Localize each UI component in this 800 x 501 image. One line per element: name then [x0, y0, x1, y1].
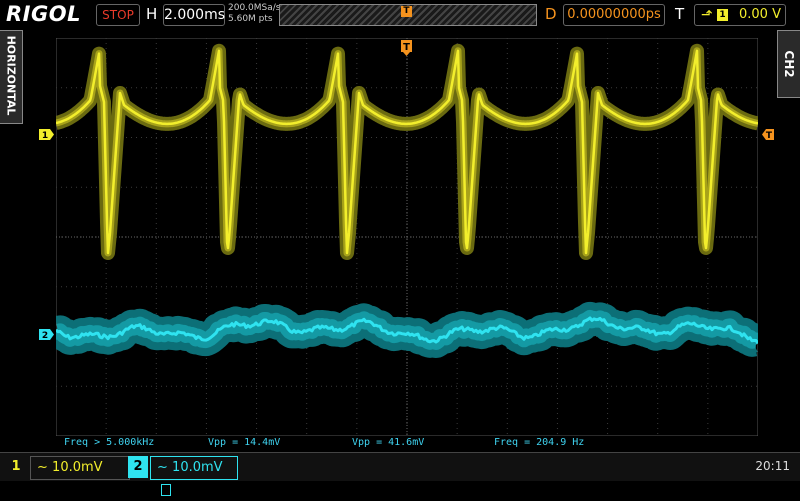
clock: 20:11 [755, 459, 790, 473]
trigger-position-top-marker[interactable]: T [401, 40, 412, 56]
svg-text:T: T [403, 42, 410, 53]
ch1-coupling-icon: ~ [37, 460, 48, 475]
ch2-offset-marker[interactable]: 2 [39, 329, 54, 341]
measurement-2: Vpp = 14.4mV [208, 437, 281, 448]
memory-position-strip: T [279, 4, 537, 26]
trigger-label: T [675, 5, 685, 23]
measurement-4: Freq = 204.9 Hz [494, 437, 585, 448]
horizontal-label: H [146, 5, 158, 23]
ch1-scale: 10.0mV [52, 460, 103, 475]
delay-value[interactable]: 0.00000000ps [563, 4, 665, 26]
ch1-offset-marker[interactable]: 1 [39, 129, 54, 141]
trigger-level-marker[interactable]: T [762, 129, 774, 141]
acquisition-info: 200.0MSa/s 5.60M pts [228, 3, 280, 25]
timebase-value[interactable]: 2.000ms [163, 4, 225, 26]
svg-text:2: 2 [42, 331, 48, 341]
ch2-number[interactable]: 2 [128, 456, 148, 478]
channel-status-bar: 1 ~ 10.0mV 2 ~ 10.0mV 20:11 [0, 452, 800, 496]
ch2-coupling-icon: ~ [157, 460, 168, 475]
rising-edge-icon: ⬏ [701, 7, 713, 23]
top-status-bar: RIGOL STOP H 2.000ms 200.0MSa/s 5.60M pt… [0, 0, 800, 30]
svg-text:1: 1 [42, 131, 48, 141]
brand-logo: RIGOL [6, 2, 81, 26]
screen-markers: T 1 2 T [39, 40, 774, 341]
delay-label: D [545, 5, 557, 23]
ch2-scale: 10.0mV [172, 460, 223, 475]
svg-text:T: T [766, 131, 773, 141]
measurement-3: Vpp = 41.6mV [352, 437, 425, 448]
run-stop-indicator[interactable]: STOP [96, 4, 140, 26]
ch2-settings[interactable]: ~ 10.0mV [150, 456, 238, 496]
ch1-number[interactable]: 1 [6, 456, 26, 478]
ch1-settings[interactable]: ~ 10.0mV [30, 456, 130, 480]
bandwidth-limit-icon [161, 483, 171, 496]
trigger-level: 0.00 V [739, 7, 781, 22]
measurement-1: Freq > 5.000kHz [64, 437, 155, 448]
trigger-position-marker: T [401, 6, 412, 17]
memory-depth: 5.60M pts [228, 14, 273, 24]
trigger-source: 1 [717, 9, 728, 21]
trigger-settings[interactable]: ⬏ 1 0.00 V [694, 4, 786, 26]
sample-rate: 200.0MSa/s [228, 3, 281, 13]
